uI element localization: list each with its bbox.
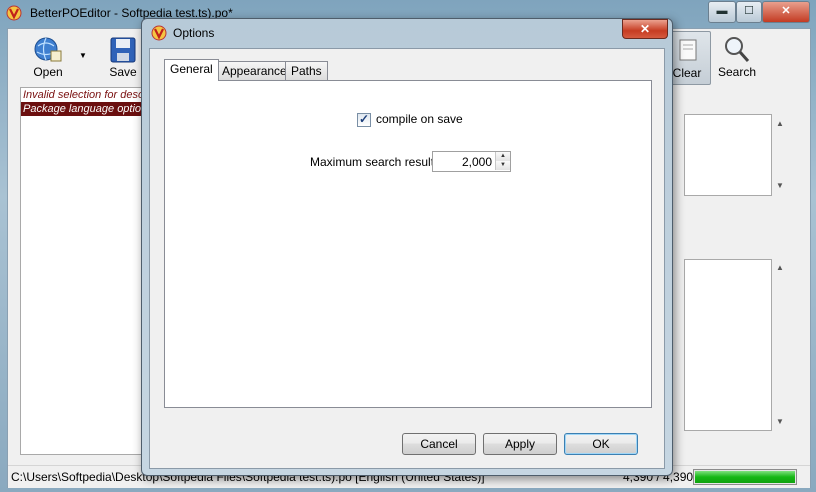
open-label: Open [33,65,63,79]
dialog-title: Options [173,26,215,40]
source-text-panel[interactable] [684,114,772,196]
maximize-button[interactable]: ☐ [736,1,762,23]
app-logo-icon [6,5,22,21]
tab-appearance[interactable]: Appearance [216,61,293,80]
floppy-disk-icon [110,37,136,63]
translation-text-panel[interactable] [684,259,772,431]
search-button[interactable]: Search [712,31,762,83]
globe-folder-icon [34,37,62,62]
spin-down-icon[interactable]: ▼ [495,161,510,170]
progress-fill [695,471,795,483]
general-tab-panel: ✓ compile on save Maximum search results… [164,80,652,408]
progress-bar [693,469,797,485]
apply-button[interactable]: Apply [483,433,557,455]
checkmark-icon: ✓ [359,112,370,126]
list-item[interactable]: Invalid selection for desc [21,88,146,102]
open-button[interactable]: Open [22,31,74,83]
scroll-up-arrow-icon[interactable]: ▲ [776,119,784,128]
ok-button[interactable]: OK [564,433,638,455]
dialog-close-button[interactable]: ✕ [622,19,668,39]
search-label: Search [717,65,757,79]
tab-paths[interactable]: Paths [285,61,328,80]
compile-on-save-checkbox[interactable]: ✓ [357,112,371,127]
list-item-selected[interactable]: Package language optio [21,102,146,116]
dialog-body: General Appearance Paths ✓ compile on sa… [149,48,665,469]
options-dialog: Options ✕ General Appearance Paths ✓ com… [141,18,673,476]
cancel-button[interactable]: Cancel [402,433,476,455]
magnifier-icon [725,37,750,62]
close-button[interactable]: ✕ [762,1,810,23]
max-search-results-label: Maximum search results [310,155,441,169]
scroll-up-arrow-icon[interactable]: ▲ [776,263,784,272]
minimize-button[interactable]: ▬ [708,1,736,23]
tab-general[interactable]: General [164,59,219,81]
max-search-results-value[interactable]: 2,000 [462,155,492,169]
clear-icon [679,39,697,61]
max-search-results-input[interactable]: 2,000 ▲ ▼ [432,151,511,172]
scroll-down-arrow-icon[interactable]: ▼ [776,181,784,190]
spin-up-icon[interactable]: ▲ [495,152,510,161]
message-list[interactable]: Invalid selection for desc Package langu… [20,87,147,455]
app-logo-icon [151,25,167,41]
open-dropdown-arrow[interactable]: ▼ [79,51,87,60]
scroll-down-arrow-icon[interactable]: ▼ [776,417,784,426]
compile-on-save-label[interactable]: compile on save [376,112,463,126]
